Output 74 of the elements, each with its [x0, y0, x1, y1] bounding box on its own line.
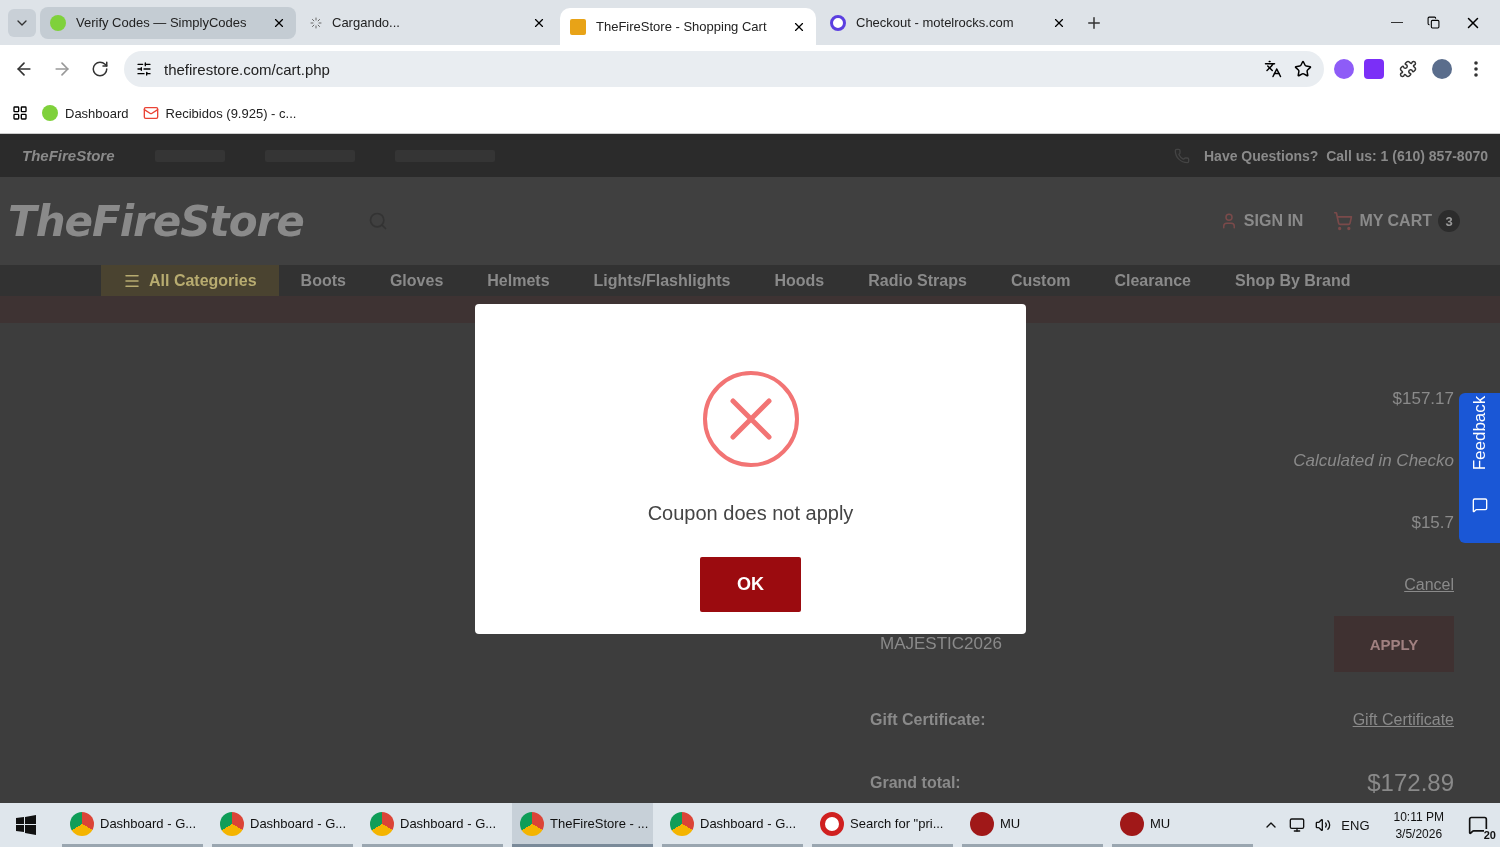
cart-link[interactable]: MY CART 3	[1333, 210, 1460, 232]
apps-icon	[12, 105, 28, 121]
browser-tab[interactable]: Cargando...	[300, 6, 556, 39]
gift-certificate-label: Gift Certificate:	[870, 711, 986, 729]
category-link[interactable]: Gloves	[367, 265, 466, 296]
network-icon	[1289, 817, 1306, 833]
taskbar-item[interactable]: Dashboard - G...	[662, 803, 803, 847]
taskbar-item[interactable]: Dashboard - G...	[62, 803, 203, 847]
browser-app-icon	[370, 811, 394, 836]
category-link[interactable]: All Categories	[101, 265, 279, 296]
extension-icon[interactable]	[1334, 59, 1354, 79]
clock-date: 3/5/2026	[1395, 826, 1443, 841]
category-link[interactable]: Radio Straps	[846, 265, 989, 296]
taskbar-item[interactable]: TheFireStore - ...	[512, 803, 653, 847]
ring-favicon-icon	[830, 14, 846, 31]
store-logo: TheFireStore	[8, 196, 304, 246]
grand-total-label: Grand total:	[870, 774, 961, 792]
browser-app-icon	[220, 811, 244, 836]
translate-icon	[1264, 60, 1282, 78]
taskbar-item[interactable]: MU	[1112, 803, 1253, 847]
windows-logo-icon	[16, 815, 36, 835]
taskbar-item[interactable]: MU	[962, 803, 1103, 847]
browser-tab[interactable]: Verify Codes — SimplyCodes	[40, 6, 296, 39]
browser-app-icon	[520, 811, 544, 836]
browser-tab[interactable]: Checkout - motelrocks.com	[820, 6, 1076, 39]
feedback-tab[interactable]: Feedback	[1459, 393, 1500, 543]
taskbar-item[interactable]: Dashboard - G...	[212, 803, 353, 847]
game-app-icon	[970, 811, 994, 836]
price-text: $15.7	[1411, 513, 1454, 533]
browser-app-icon	[670, 811, 694, 836]
puzzle-icon	[1399, 60, 1417, 78]
ring-app-icon	[820, 811, 844, 836]
cart-icon	[1333, 211, 1354, 231]
restore-icon	[1427, 16, 1440, 29]
taskbar-item[interactable]: Search for "pri...	[812, 803, 953, 847]
phone-text: Have Questions? Call us: 1 (610) 857-8070	[1204, 147, 1488, 164]
game-app-icon	[1120, 811, 1144, 836]
taskbar-item[interactable]: Dashboard - G...	[362, 803, 503, 847]
brand-text: TheFireStore	[22, 147, 115, 164]
category-link[interactable]: Lights/Flashlights	[571, 265, 753, 296]
language-indicator[interactable]: ENG	[1341, 817, 1370, 833]
alert-message: Coupon does not apply	[647, 502, 854, 525]
notification-count: 20	[1483, 829, 1496, 841]
price-text: $157.17	[1392, 389, 1454, 409]
ok-button[interactable]: OK	[700, 557, 801, 612]
extension-icon[interactable]	[1364, 59, 1384, 79]
category-link[interactable]: Clearance	[1092, 265, 1213, 296]
profile-avatar[interactable]	[1432, 59, 1452, 79]
browser-app-icon	[70, 811, 94, 836]
bookmark-link[interactable]: Recibidos (9.925) - c...	[142, 105, 297, 121]
volume-icon	[1315, 817, 1332, 833]
grand-total-value: $172.89	[1367, 769, 1454, 797]
url-text: thefirestore.com/cart.php	[164, 60, 331, 78]
tab-search-button[interactable]	[8, 8, 36, 37]
bookmark-link[interactable]: Dashboard	[42, 105, 129, 121]
category-link[interactable]: Boots	[278, 265, 368, 296]
bookmark-star-icon	[1294, 60, 1312, 78]
loading-icon	[310, 16, 322, 29]
reload-icon	[91, 60, 109, 78]
phone-icon	[1174, 147, 1190, 164]
browser-tab[interactable]: TheFireStore - Shopping Cart	[560, 8, 816, 45]
mail-icon	[142, 105, 159, 121]
cart-count: 3	[1438, 210, 1460, 232]
category-link[interactable]: Hoods	[752, 265, 847, 296]
category-link[interactable]: Shop By Brand	[1212, 265, 1373, 296]
menu-dots-icon	[1474, 61, 1478, 77]
category-link[interactable]: Custom	[988, 265, 1093, 296]
category-link[interactable]: Helmets	[465, 265, 572, 296]
site-info-icon	[136, 61, 152, 77]
error-x-icon	[701, 370, 800, 468]
shipping-note: Calculated in Checko	[1293, 451, 1454, 471]
address-bar[interactable]: thefirestore.com/cart.php	[124, 51, 1324, 87]
minimize-icon	[1391, 22, 1403, 23]
clock-time: 10:11 PM	[1393, 809, 1444, 824]
